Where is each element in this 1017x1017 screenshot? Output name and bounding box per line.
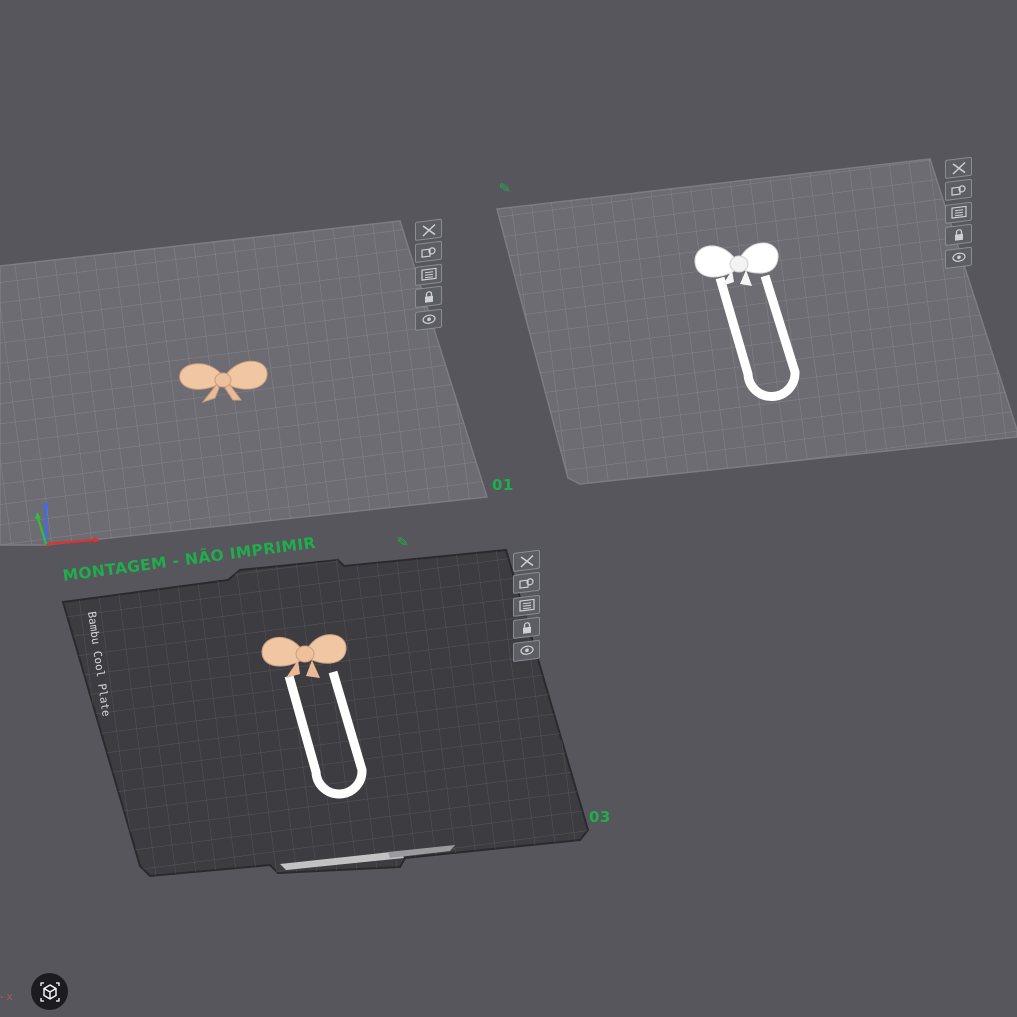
view-cube-button[interactable] (31, 973, 68, 1010)
plate-number-01: 01 (492, 476, 514, 494)
close-icon[interactable] (415, 218, 442, 241)
close-icon[interactable] (513, 549, 540, 572)
auto-arrange-icon[interactable] (945, 179, 972, 202)
auto-arrange-icon[interactable] (415, 241, 442, 264)
plate-settings-icon[interactable] (513, 594, 540, 617)
auto-arrange-icon[interactable] (513, 572, 540, 595)
plate-tools-03 (513, 549, 545, 665)
3d-viewport[interactable]: Bambu Cool Plate 01 03 MONTAGEM - NÃO IM… (0, 0, 1017, 1017)
lock-icon[interactable] (513, 616, 540, 640)
plate-number-03: 03 (589, 808, 611, 826)
pencil-icon[interactable]: ✎ (498, 179, 512, 197)
plate-settings-icon[interactable] (945, 201, 972, 224)
eye-icon[interactable] (513, 639, 540, 662)
lock-icon[interactable] (415, 285, 442, 309)
plate-03[interactable] (61, 548, 590, 878)
lock-icon[interactable] (945, 223, 972, 247)
pencil-icon[interactable]: ✎ (396, 533, 410, 551)
eye-icon[interactable] (945, 246, 972, 269)
plate-02[interactable] (496, 158, 1017, 485)
eye-icon[interactable] (415, 308, 442, 331)
plate-settings-icon[interactable] (415, 263, 442, 286)
cube-icon (39, 981, 60, 1002)
close-icon[interactable] (945, 156, 972, 179)
plate-tools-02 (945, 156, 977, 272)
corner-axis-label: - x (0, 991, 13, 1003)
plate-tools-01 (415, 218, 447, 334)
scene-canvas[interactable]: Bambu Cool Plate (0, 0, 1017, 1017)
